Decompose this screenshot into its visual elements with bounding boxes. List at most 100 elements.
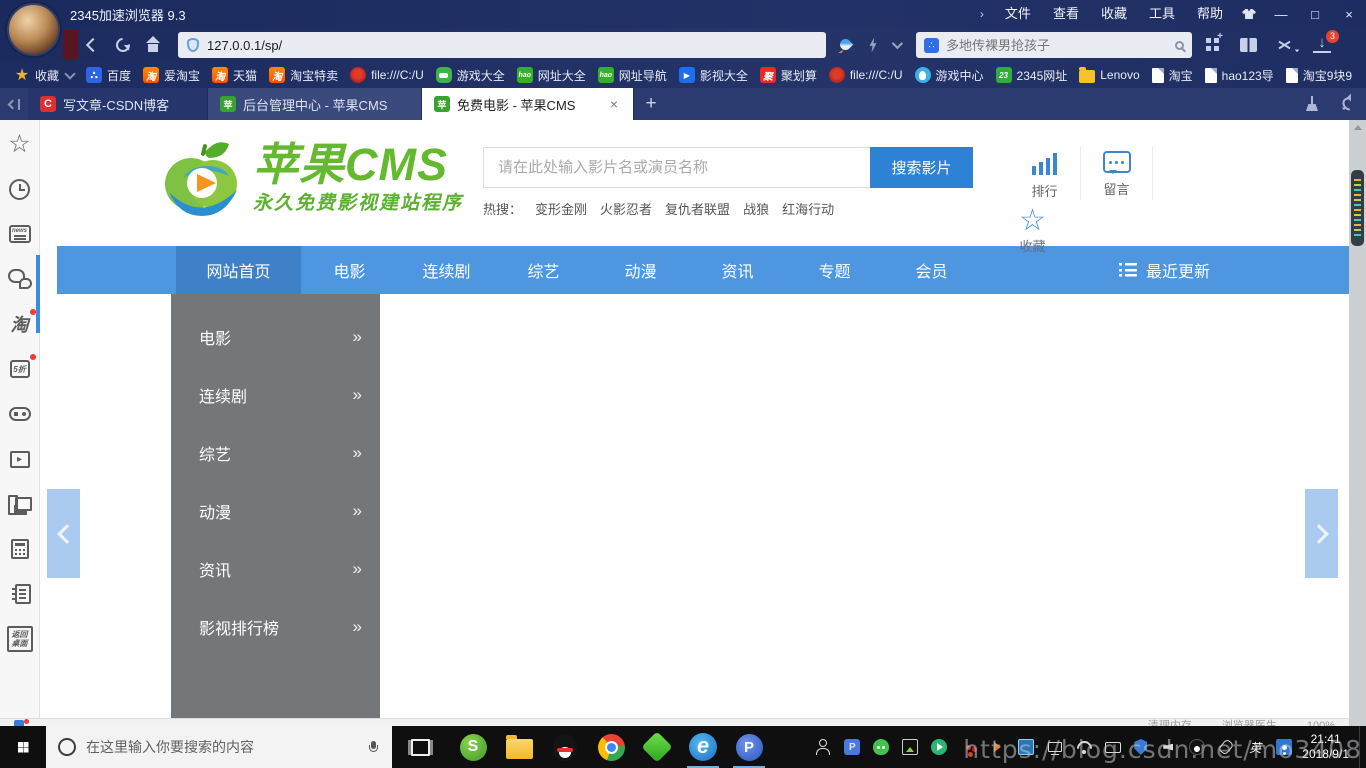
reader-mode-icon[interactable] bbox=[1240, 38, 1257, 52]
hot-item[interactable]: 战狼 bbox=[743, 199, 769, 218]
movie-search-button[interactable]: 搜索影片 bbox=[870, 147, 973, 188]
skin-theme-icon[interactable] bbox=[1234, 0, 1264, 28]
side-rail-item[interactable] bbox=[4, 267, 36, 291]
recent-updates-link[interactable]: 最近更新 bbox=[1119, 246, 1210, 294]
browser-tab[interactable]: 后台管理中心 - 苹果CMS × bbox=[208, 88, 422, 120]
browser-tab[interactable]: 写文章-CSDN博客 × bbox=[28, 88, 208, 120]
side-rail-item[interactable] bbox=[4, 537, 36, 561]
side-rail-item[interactable]: 5折 bbox=[4, 357, 36, 381]
dropdown-item[interactable]: 影视排行榜 » bbox=[171, 598, 380, 656]
tray-icon[interactable] bbox=[873, 739, 889, 755]
taskbar-app[interactable] bbox=[450, 726, 496, 768]
user-avatar[interactable] bbox=[7, 3, 60, 56]
dropdown-item[interactable]: 电影 » bbox=[171, 308, 380, 366]
booster-icon[interactable] bbox=[838, 37, 854, 53]
side-rail-item[interactable] bbox=[4, 492, 36, 516]
dropdown-item[interactable]: 动漫 » bbox=[171, 482, 380, 540]
tray-icon[interactable] bbox=[989, 739, 1005, 755]
tray-icon[interactable]: 英 bbox=[1247, 739, 1263, 755]
task-view-button[interactable] bbox=[398, 726, 442, 768]
bookmark-item[interactable]: 游戏中心 bbox=[909, 62, 990, 88]
tray-icon[interactable] bbox=[1160, 739, 1176, 755]
tray-icon[interactable] bbox=[931, 739, 947, 755]
quick-link[interactable]: 排行 bbox=[1009, 146, 1081, 200]
bookmark-item[interactable]: file:///C:/U bbox=[344, 62, 430, 88]
nav-item[interactable]: 网站首页 bbox=[176, 246, 301, 294]
bookmarks-overflow-icon[interactable]: » bbox=[1358, 68, 1366, 83]
tab-close-icon[interactable]: × bbox=[607, 96, 621, 112]
address-bar[interactable] bbox=[178, 32, 826, 58]
nav-item[interactable]: 动漫 bbox=[592, 246, 689, 294]
bookmark-item[interactable]: Lenovo bbox=[1073, 62, 1145, 88]
menu-item[interactable]: 收藏 bbox=[1090, 0, 1138, 28]
rail-scroll-indicator[interactable] bbox=[36, 255, 40, 333]
tray-icon[interactable] bbox=[1105, 742, 1121, 753]
browser-tab[interactable]: 免费电影 - 苹果CMS × bbox=[422, 88, 634, 120]
menu-item[interactable]: 工具 bbox=[1138, 0, 1186, 28]
clean-icon[interactable] bbox=[1304, 96, 1320, 112]
tray-icon[interactable] bbox=[1189, 739, 1205, 755]
extensions-icon[interactable] bbox=[1206, 38, 1220, 52]
security-shield-icon[interactable] bbox=[187, 38, 199, 52]
home-button[interactable] bbox=[138, 30, 168, 60]
scrollbar-thumb[interactable] bbox=[1351, 170, 1364, 246]
nav-item[interactable]: 资讯 bbox=[689, 246, 786, 294]
tray-icon[interactable] bbox=[960, 739, 976, 755]
taskbar-app[interactable] bbox=[634, 726, 680, 768]
bookmark-item[interactable]: 影视大全 bbox=[673, 62, 754, 88]
hot-item[interactable]: 变形金刚 bbox=[535, 199, 587, 218]
bookmark-item[interactable]: 淘宝9块9 bbox=[1280, 62, 1358, 88]
bookmark-item[interactable]: file:///C:/U bbox=[823, 62, 909, 88]
taskbar-search[interactable]: 在这里输入你要搜索的内容 bbox=[46, 726, 392, 768]
menu-item[interactable]: 文件 bbox=[994, 0, 1042, 28]
side-rail-item[interactable] bbox=[4, 582, 36, 606]
side-rail-item[interactable]: 淘 bbox=[4, 312, 36, 336]
tray-icon[interactable] bbox=[1276, 739, 1292, 755]
scroll-up-arrow[interactable] bbox=[1349, 120, 1366, 134]
carousel-prev-button[interactable] bbox=[47, 489, 80, 578]
page-scrollbar[interactable] bbox=[1349, 120, 1366, 726]
hot-item[interactable]: 红海行动 bbox=[782, 199, 834, 218]
nav-item[interactable]: 会员 bbox=[883, 246, 980, 294]
menu-expand-icon[interactable]: › bbox=[970, 7, 994, 21]
nav-item[interactable]: 专题 bbox=[786, 246, 883, 294]
quick-search-input[interactable] bbox=[946, 38, 1146, 53]
back-button[interactable] bbox=[78, 30, 108, 60]
tray-icon[interactable] bbox=[1134, 739, 1147, 755]
menu-item[interactable]: 帮助 bbox=[1186, 0, 1234, 28]
favorite-block[interactable]: ☆ 收藏 bbox=[1019, 206, 1046, 255]
bookmark-item[interactable]: 爱淘宝 bbox=[137, 62, 206, 88]
maximize-button[interactable]: □ bbox=[1298, 0, 1332, 28]
start-button[interactable] bbox=[0, 726, 46, 768]
bookmark-item[interactable]: 游戏大全 bbox=[430, 62, 511, 88]
bookmark-item[interactable]: 收藏 bbox=[8, 62, 80, 88]
tray-icon[interactable] bbox=[815, 739, 831, 755]
quick-link[interactable]: 留言 bbox=[1081, 146, 1153, 200]
minimize-button[interactable]: — bbox=[1264, 0, 1298, 28]
side-rail-item[interactable]: news bbox=[4, 222, 36, 246]
address-input[interactable] bbox=[207, 38, 767, 53]
tray-icon[interactable] bbox=[902, 739, 918, 755]
hot-item[interactable]: 火影忍者 bbox=[600, 199, 652, 218]
new-tab-button[interactable]: + bbox=[634, 88, 668, 120]
taskbar-clock[interactable]: 21:41 2018/9/1 bbox=[1298, 732, 1359, 762]
tray-icon[interactable] bbox=[1047, 739, 1063, 755]
bookmark-item[interactable]: hao123导 bbox=[1199, 62, 1280, 88]
refresh-button[interactable] bbox=[108, 30, 138, 60]
tray-icon[interactable] bbox=[1218, 739, 1234, 755]
screenshot-icon[interactable] bbox=[1277, 38, 1293, 52]
speed-mode-icon[interactable] bbox=[868, 38, 878, 53]
undo-closed-tab-button[interactable] bbox=[1342, 98, 1346, 110]
tray-icon[interactable] bbox=[1018, 739, 1034, 755]
bookmark-item[interactable]: 淘宝特卖 bbox=[263, 62, 344, 88]
side-rail-item[interactable] bbox=[4, 402, 36, 426]
taskbar-app[interactable] bbox=[680, 726, 726, 768]
side-rail-item[interactable] bbox=[4, 447, 36, 471]
menu-item[interactable]: 查看 bbox=[1042, 0, 1090, 28]
bookmark-item[interactable]: 网址大全 bbox=[511, 62, 592, 88]
show-desktop-button[interactable] bbox=[1359, 726, 1366, 768]
bookmark-item[interactable]: 天猫 bbox=[206, 62, 263, 88]
dropdown-chevron-icon[interactable] bbox=[892, 38, 903, 49]
microphone-icon[interactable] bbox=[369, 741, 378, 754]
close-button[interactable]: × bbox=[1332, 0, 1366, 28]
